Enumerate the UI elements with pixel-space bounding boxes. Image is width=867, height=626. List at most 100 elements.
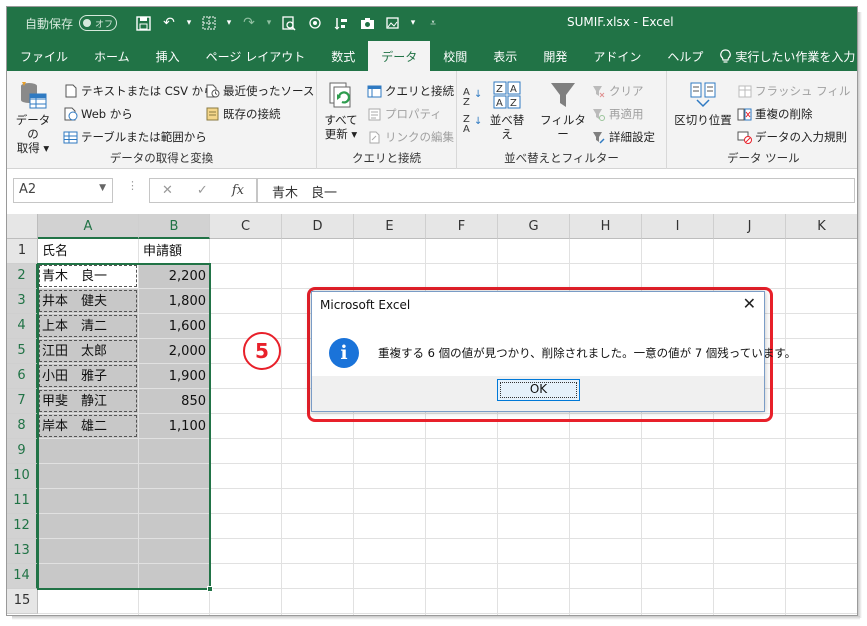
print-preview-icon[interactable] [279, 13, 299, 33]
get-data-button[interactable]: データの 取得 ▾ [11, 79, 55, 155]
row-header-15[interactable]: 15 [7, 589, 38, 614]
from-table-label: テーブルまたは範囲から [81, 130, 207, 144]
row-header-13[interactable]: 13 [7, 539, 38, 564]
autosave-toggle[interactable]: オフ [79, 15, 118, 31]
borders-dropdown-icon[interactable]: ▾ [225, 13, 233, 33]
sort-az-icon[interactable]: A Z ↓ [463, 88, 482, 108]
remove-duplicates-button[interactable]: 重複の削除 [737, 105, 813, 123]
tab-formulas[interactable]: 数式 [318, 41, 368, 71]
row-header-14[interactable]: 14 [7, 564, 38, 589]
row-header-8[interactable]: 8 [7, 414, 38, 439]
borders-icon[interactable] [199, 13, 219, 33]
tell-me-search[interactable]: 実行したい作業を入力してください [716, 41, 857, 71]
row-header-12[interactable]: 12 [7, 514, 38, 539]
formula-bar-grip-icon[interactable]: ⋮ [127, 180, 138, 199]
queries-connections-button[interactable]: クエリと接続 [367, 82, 454, 100]
clear-filter-label: クリア [609, 84, 644, 98]
formula-input[interactable]: 青木 良一 [257, 178, 855, 203]
formula-buttons: ✕ ✓ fx [149, 178, 257, 203]
edit-links-button[interactable]: リンクの編集 [367, 128, 454, 146]
customize-qat-icon[interactable]: ⩡ [423, 13, 443, 33]
sort-label: 並べ替え [489, 113, 525, 141]
tab-file[interactable]: ファイル [7, 41, 81, 71]
row-header-11[interactable]: 11 [7, 489, 38, 514]
flash-fill-label: フラッシュ フィル [755, 84, 851, 98]
web-icon [63, 107, 78, 122]
tab-insert[interactable]: 挿入 [143, 41, 193, 71]
cancel-entry-icon[interactable]: ✕ [162, 183, 173, 198]
flash-fill-button[interactable]: フラッシュ フィル [737, 82, 850, 100]
filter-label: フィルター [540, 113, 586, 141]
column-header-k[interactable]: K [786, 214, 857, 239]
row-header-5[interactable]: 5 [7, 339, 38, 364]
data-validation-button[interactable]: データの入力規則 ▾ [737, 128, 857, 146]
save-icon[interactable] [133, 13, 153, 33]
row-header-9[interactable]: 9 [7, 439, 38, 464]
select-all-corner[interactable] [7, 214, 38, 239]
redo-dropdown-icon[interactable]: ▾ [265, 13, 273, 33]
sort-za-icon[interactable]: Z A ↓ [463, 115, 482, 135]
fill-handle[interactable] [207, 586, 213, 592]
ribbon-tabs: ファイル ホーム 挿入 ページ レイアウト 数式 データ 校閲 表示 開発 アド… [7, 39, 857, 71]
sort-icon[interactable] [331, 13, 351, 33]
from-web-button[interactable]: Web から [63, 105, 133, 123]
text-to-columns-button[interactable]: 区切り位置 [673, 79, 733, 127]
row-header-6[interactable]: 6 [7, 364, 38, 389]
confirm-entry-icon[interactable]: ✓ [197, 183, 208, 198]
macro-icon[interactable] [305, 13, 325, 33]
column-header-e[interactable]: E [354, 214, 426, 239]
name-box-dropdown-icon[interactable]: ▼ [99, 183, 106, 193]
column-header-g[interactable]: G [498, 214, 570, 239]
column-header-i[interactable]: I [642, 214, 714, 239]
from-table-button[interactable]: テーブルまたは範囲から [63, 128, 207, 146]
properties-button[interactable]: プロパティ [367, 105, 442, 123]
refresh-all-button[interactable]: すべて 更新 ▾ [321, 79, 361, 141]
tab-home[interactable]: ホーム [81, 41, 143, 71]
column-header-a[interactable]: A [38, 214, 139, 239]
undo-icon[interactable]: ↶ [159, 13, 179, 33]
filter-button[interactable]: フィルター [537, 79, 589, 141]
sort-button[interactable]: ZAAZ 並べ替え [485, 79, 529, 141]
tab-data[interactable]: データ [368, 41, 431, 71]
column-header-b[interactable]: B [139, 214, 210, 239]
tab-view[interactable]: 表示 [480, 41, 530, 71]
redo-icon[interactable]: ↷ [239, 13, 259, 33]
close-icon[interactable]: ✕ [743, 294, 756, 313]
remove-duplicates-label: 重複の削除 [755, 107, 813, 121]
insert-function-icon[interactable]: fx [232, 183, 244, 198]
row-header-3[interactable]: 3 [7, 289, 38, 314]
row-header-4[interactable]: 4 [7, 314, 38, 339]
tab-help[interactable]: ヘルプ [654, 41, 716, 71]
column-header-c[interactable]: C [210, 214, 282, 239]
column-header-j[interactable]: J [714, 214, 786, 239]
from-text-csv-button[interactable]: テキストまたは CSV から [63, 82, 215, 100]
undo-dropdown-icon[interactable]: ▾ [185, 13, 193, 33]
camera-icon[interactable] [357, 13, 377, 33]
row-header-1[interactable]: 1 [7, 239, 38, 264]
recent-sources-button[interactable]: 最近使ったソース [205, 82, 314, 100]
tell-me-text: 実行したい作業を入力してください [735, 49, 857, 64]
image-dropdown-icon[interactable]: ▾ [409, 13, 417, 33]
tab-page-layout[interactable]: ページ レイアウト [193, 41, 319, 71]
advanced-filter-button[interactable]: 詳細設定 [591, 128, 655, 146]
dialog-footer: OK [312, 376, 764, 411]
column-header-h[interactable]: H [570, 214, 642, 239]
reapply-button[interactable]: 再適用 [591, 105, 644, 123]
name-box[interactable]: A2 ▼ [13, 178, 113, 203]
column-header-d[interactable]: D [282, 214, 354, 239]
cell-a1[interactable]: 氏名 [38, 239, 139, 264]
row-header-10[interactable]: 10 [7, 464, 38, 489]
image-icon[interactable] [383, 13, 403, 33]
ok-button[interactable]: OK [497, 379, 580, 401]
cell-b1[interactable]: 申請額 [139, 239, 210, 264]
column-header-f[interactable]: F [426, 214, 498, 239]
table-icon [63, 130, 78, 145]
tab-review[interactable]: 校閲 [430, 41, 480, 71]
tab-addins[interactable]: アドイン [580, 41, 654, 71]
text-to-columns-label: 区切り位置 [674, 113, 732, 127]
row-header-2[interactable]: 2 [7, 264, 38, 289]
clear-filter-button[interactable]: クリア [591, 82, 644, 100]
tab-developer[interactable]: 開発 [530, 41, 580, 71]
existing-connections-button[interactable]: 既存の接続 [205, 105, 281, 123]
row-header-7[interactable]: 7 [7, 389, 38, 414]
